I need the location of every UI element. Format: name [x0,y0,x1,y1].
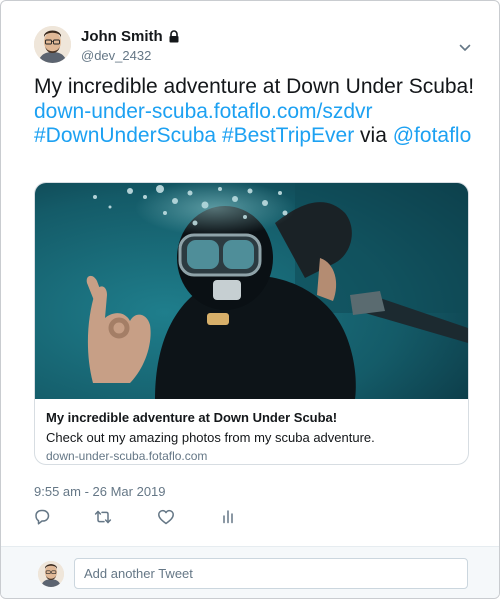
lock-icon [168,30,180,43]
reply-avatar [38,561,64,587]
card-description: Check out my amazing photos from my scub… [46,430,375,445]
mention-fotaflo[interactable]: @fotaflo [393,124,472,147]
card-domain: down-under-scuba.fotaflo.com [46,449,208,463]
user-avatar[interactable] [34,26,71,63]
tweet-body-text: My incredible adventure at Down Under Sc… [34,75,475,98]
tweet-timestamp[interactable]: 9:55 am - 26 Mar 2019 [34,484,166,499]
tweet-text: My incredible adventure at Down Under Sc… [34,75,484,149]
name-row: John Smith [81,28,180,45]
heart-icon[interactable] [156,507,176,527]
reply-icon[interactable] [32,507,52,527]
card-image[interactable] [35,183,468,399]
user-handle[interactable]: @dev_2432 [81,48,151,63]
chevron-down-icon[interactable] [459,39,471,51]
hashtag-downunderscuba[interactable]: #DownUnderScuba [34,124,216,147]
retweet-icon[interactable] [93,507,113,527]
add-tweet-input[interactable] [74,558,468,589]
reply-bar [1,546,499,598]
display-name[interactable]: John Smith [81,28,163,45]
via-text: via [354,124,393,147]
analytics-icon[interactable] [218,507,238,527]
hashtag-besttripever[interactable]: #BestTripEver [222,124,354,147]
card-title: My incredible adventure at Down Under Sc… [46,410,338,425]
tweet-container: John Smith @dev_2432 My incredible adven… [0,0,500,599]
tweet-link[interactable]: down-under-scuba.fotaflo.com/szdvr [34,100,373,123]
link-card[interactable]: My incredible adventure at Down Under Sc… [34,182,469,465]
